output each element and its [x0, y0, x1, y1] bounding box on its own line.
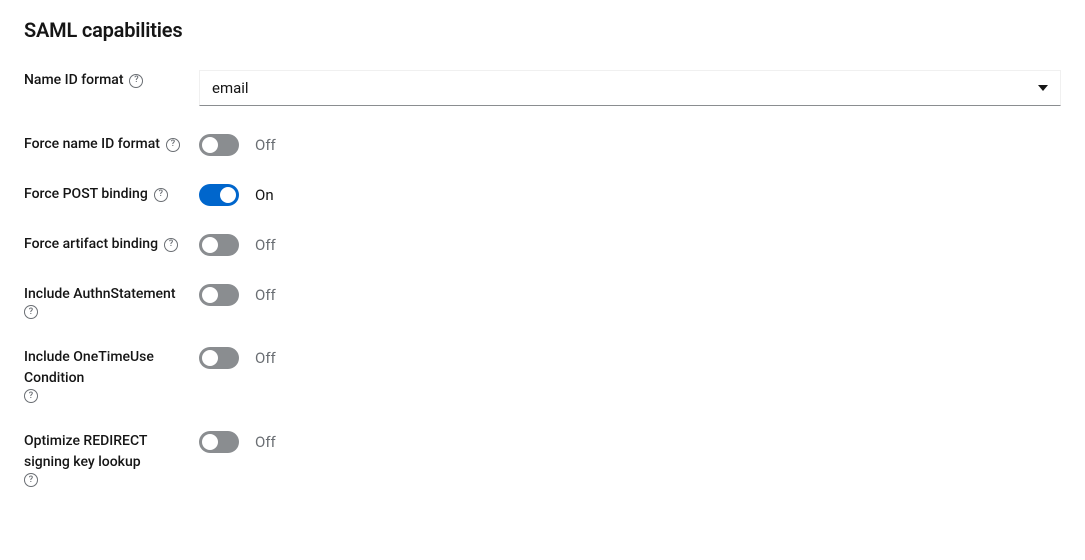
name-id-format-select[interactable]: email [199, 70, 1061, 106]
label-name-id-format: Name ID format ? [24, 70, 199, 91]
toggle-include-onetimeuse[interactable] [199, 347, 239, 369]
label-text: Force artifact binding [24, 234, 158, 255]
label-optimize-redirect-signing: Optimize REDIRECT signing key lookup ? [24, 431, 199, 487]
toggle-state-text: Off [255, 433, 276, 451]
toggle-state-text: Off [255, 349, 276, 367]
field-name-id-format: Name ID format ? email [24, 70, 1061, 106]
help-icon[interactable]: ? [129, 74, 143, 88]
label-text: Name ID format [24, 70, 123, 91]
help-icon[interactable]: ? [164, 238, 178, 252]
toggle-include-authn-statement[interactable] [199, 284, 239, 306]
field-include-onetimeuse: Include OneTimeUse Condition ? Off [24, 347, 1061, 403]
label-include-authn-statement: Include AuthnStatement ? [24, 284, 199, 319]
help-icon[interactable]: ? [24, 473, 38, 487]
help-icon[interactable]: ? [166, 138, 180, 152]
label-text: Include OneTimeUse Condition [24, 347, 187, 389]
toggle-state-text: Off [255, 136, 276, 154]
section-heading: SAML capabilities [24, 18, 1061, 42]
help-icon[interactable]: ? [24, 389, 38, 403]
label-text: Include AuthnStatement [24, 284, 176, 305]
toggle-optimize-redirect-signing[interactable] [199, 431, 239, 453]
help-icon[interactable]: ? [154, 188, 168, 202]
label-force-name-id-format: Force name ID format ? [24, 134, 199, 155]
field-force-artifact-binding: Force artifact binding ? Off [24, 234, 1061, 256]
field-optimize-redirect-signing: Optimize REDIRECT signing key lookup ? O… [24, 431, 1061, 487]
label-include-onetimeuse: Include OneTimeUse Condition ? [24, 347, 199, 403]
label-force-artifact-binding: Force artifact binding ? [24, 234, 199, 255]
label-force-post-binding: Force POST binding ? [24, 184, 199, 205]
toggle-state-text: Off [255, 286, 276, 304]
chevron-down-icon [1038, 85, 1048, 91]
field-force-post-binding: Force POST binding ? On [24, 184, 1061, 206]
toggle-force-name-id-format[interactable] [199, 134, 239, 156]
label-text: Force POST binding [24, 184, 148, 205]
label-text: Optimize REDIRECT signing key lookup [24, 431, 187, 473]
dropdown-value: email [212, 79, 249, 97]
toggle-force-post-binding[interactable] [199, 184, 239, 206]
label-text: Force name ID format [24, 134, 160, 155]
help-icon[interactable]: ? [24, 305, 38, 319]
field-include-authn-statement: Include AuthnStatement ? Off [24, 284, 1061, 319]
toggle-force-artifact-binding[interactable] [199, 234, 239, 256]
field-force-name-id-format: Force name ID format ? Off [24, 134, 1061, 156]
toggle-state-text: On [255, 186, 274, 204]
toggle-state-text: Off [255, 236, 276, 254]
